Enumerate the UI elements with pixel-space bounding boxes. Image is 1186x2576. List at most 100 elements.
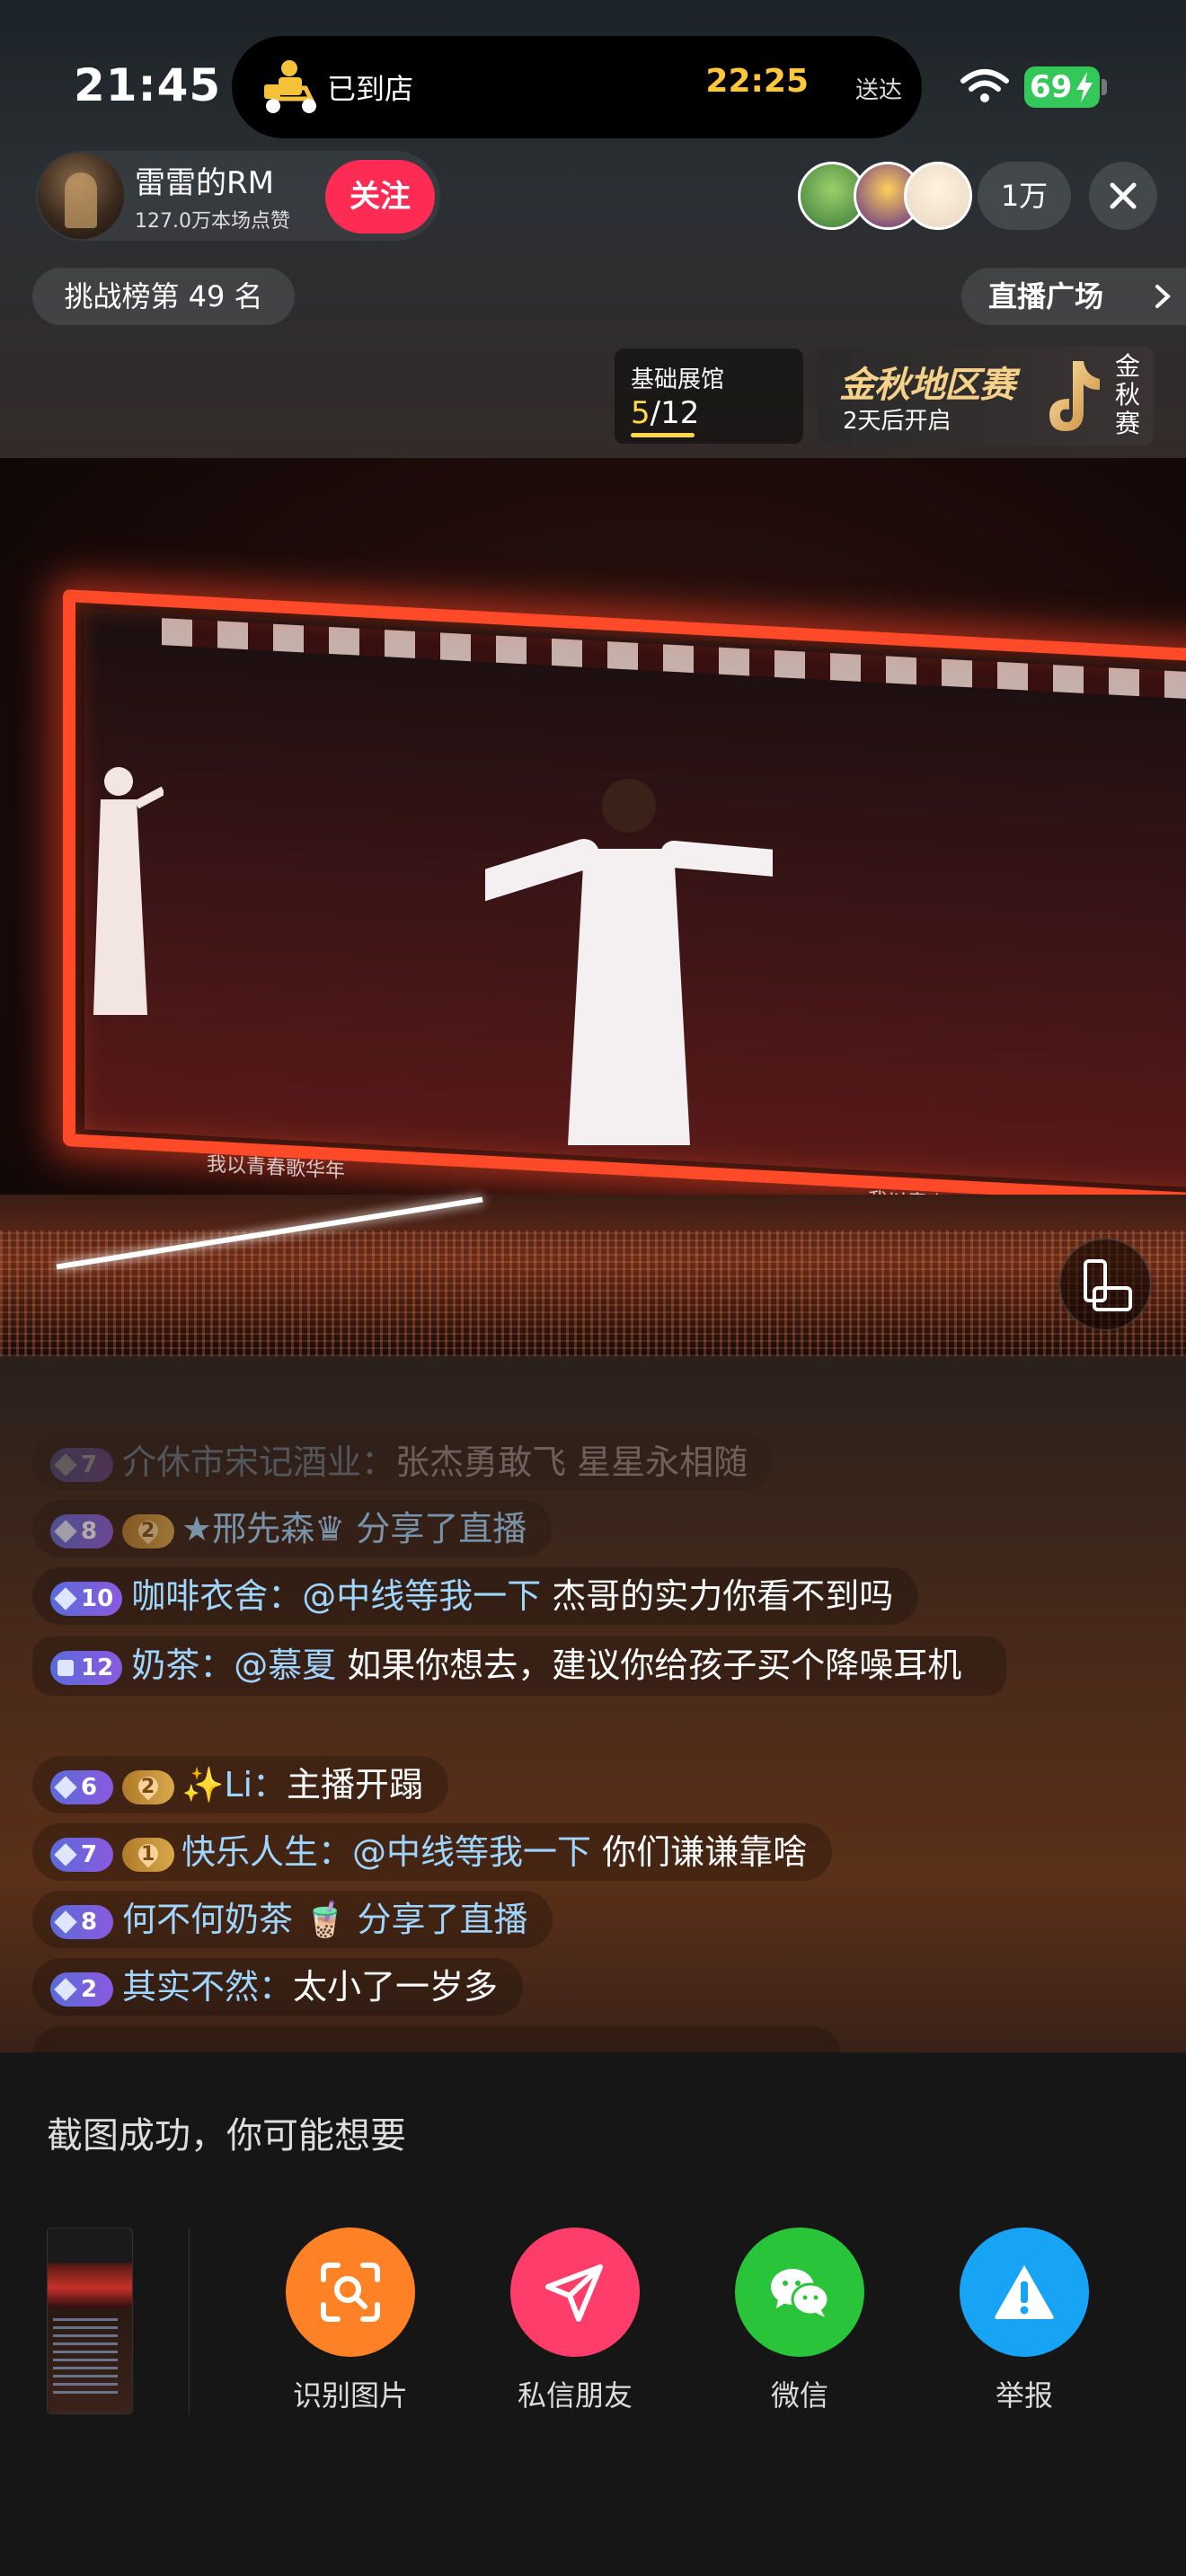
delivery-eta-suffix: 送达 [854,77,902,104]
match-title: 金秋地区赛 [839,365,1015,406]
delivery-eta: 22:25 [705,63,809,100]
host-likes: 127.0万本场点赞 [135,210,290,233]
chat-mention[interactable]: @中线等我一下 [352,1832,591,1872]
follow-button[interactable]: 关注 [325,160,435,234]
chat-username[interactable]: 奶茶： [131,1645,234,1685]
host-name[interactable]: 雷雷的RM [135,158,274,202]
close-icon [1110,182,1137,209]
report-circle[interactable] [960,2228,1089,2357]
dynamic-island-delivery[interactable]: 已到店 22:25 送达 [232,36,922,138]
chat-message[interactable]: 8 2 ★邢先森♛ 分享了直播 [32,1500,553,1557]
chat-username[interactable]: ✨Li： [181,1765,287,1804]
hall-total: /12 [650,395,700,431]
rotate-screen-icon [1084,1259,1132,1311]
basic-hall-card[interactable]: 基础展馆 5/12 [615,348,803,444]
image-scan-icon [321,2263,380,2322]
chat-text: 你们谦谦靠啥 [591,1832,808,1872]
status-time: 21:45 [74,59,222,111]
chat-text: 如果你想去，建议你给孩子买个降噪耳机 [336,1645,962,1685]
battery-indicator: 69 [1024,66,1100,108]
warning-icon [995,2265,1054,2319]
performer-figure [485,779,773,1145]
live-square-button[interactable]: 直播广场 [961,268,1186,325]
battery-level: 69 [1030,69,1073,105]
delivery-status: 已到店 [327,72,414,106]
host-avatar[interactable] [38,153,124,239]
user-level-badge: 2 [50,1972,113,2007]
action-label: 微信 [770,2378,828,2413]
charging-bolt-icon [1076,72,1093,102]
user-level-badge: 10 [50,1581,123,1616]
autumn-match-card[interactable]: 金秋地区赛 2天后开启 金 秋 赛 [818,347,1154,446]
chat-text: 主播开蹋 [287,1765,424,1804]
wifi-icon [960,69,1009,102]
hall-progress-text: 5/12 [631,395,699,431]
stage-caption: 我以青春歌华年 [207,1152,346,1184]
chat-text: 杰哥的实力你看不到吗 [541,1576,894,1616]
chat-username[interactable]: 咖啡衣舍： [131,1576,302,1616]
live-header: 21:45 已到店 22:25 送达 69 雷雷的RM 127.0万本场点赞 关… [0,0,1186,458]
chat-username[interactable]: 快乐人生： [181,1832,352,1872]
douyin-note-logo-icon [1049,361,1100,431]
chat-message[interactable]: 10 咖啡衣舍：@中线等我一下 杰哥的实力你看不到吗 [32,1567,919,1625]
chat-message-partial[interactable] [32,2026,841,2052]
match-vertical-char: 金 [1114,351,1140,381]
user-level-badge: 8 [50,1513,113,1548]
screenshot-thumbnail[interactable] [47,2228,133,2414]
match-subtitle: 2天后开启 [843,408,951,435]
viewer-count[interactable]: 1万 [978,162,1071,230]
wechat-share-circle[interactable] [735,2228,864,2357]
recognize-image-circle[interactable] [286,2228,415,2357]
hall-progress-bar [631,433,695,437]
chat-username[interactable]: ★邢先森♛ 分享了直播 [181,1509,527,1548]
chat-message[interactable]: 12 奶茶：@慕夏 如果你想去，建议你给孩子买个降噪耳机 [32,1636,1006,1696]
hall-label: 基础展馆 [631,366,725,393]
challenge-rank-badge[interactable]: 挑战榜第 49 名 [32,268,295,325]
chat-message[interactable]: 7 介休市宋记酒业：张杰勇敢飞 星星永相随 [32,1434,774,1491]
chat-text: 太小了一岁多 [293,1967,499,2007]
user-level-badge: 12 [50,1650,123,1685]
action-label: 私信朋友 [517,2378,633,2413]
chat-feed[interactable]: 7 介休市宋记酒业：张杰勇敢飞 星星永相随 8 2 ★邢先森♛ 分享了直播 10 咖啡衣… [0,1356,1186,2052]
wechat-icon [771,2269,830,2317]
chevron-right-icon [1155,285,1171,308]
action-label: 举报 [995,2378,1053,2413]
message-friend-circle[interactable] [510,2228,640,2357]
chat-text: 张杰勇敢飞 星星永相随 [395,1442,748,1482]
chat-mention[interactable]: @中线等我一下 [302,1576,541,1616]
fan-club-badge: 2 [122,1513,174,1548]
chat-username[interactable]: 其实不然： [122,1967,293,2007]
live-video-stream[interactable]: 我以青春歌华年 我以青春歌华年 [0,458,1186,1356]
live-square-label: 直播广场 [988,279,1104,313]
fan-club-badge: 2 [122,1769,174,1804]
user-level-badge: 8 [50,1904,113,1939]
chat-message[interactable]: 2 其实不然：太小了一岁多 [32,1958,524,2016]
chat-username[interactable]: 介休市宋记酒业： [122,1442,395,1482]
top-viewer-avatar[interactable] [904,162,972,230]
close-button[interactable] [1089,162,1157,230]
message-friend-button[interactable]: 私信朋友 [473,2228,652,2461]
chat-username[interactable]: 何不何奶茶 🧋 分享了直播 [122,1900,527,1939]
user-level-badge: 6 [50,1769,113,1804]
wechat-share-button[interactable]: 微信 [697,2228,877,2461]
recognize-image-button[interactable]: 识别图片 [248,2228,428,2461]
chat-message[interactable]: 6 2 ✨Li：主播开蹋 [32,1756,449,1813]
match-vertical-label: 金 秋 赛 [1114,352,1141,438]
chat-mention[interactable]: @慕夏 [234,1645,336,1685]
rotate-screen-button[interactable] [1058,1238,1152,1331]
sheet-title: 截图成功，你可能想要 [47,2115,406,2157]
report-button[interactable]: 举报 [922,2228,1102,2461]
match-vertical-char: 秋 [1114,380,1140,410]
chat-message[interactable]: 8 何不何奶茶 🧋 分享了直播 [32,1891,553,1948]
performer-side-figure [93,767,164,1015]
chat-message[interactable]: 7 1 快乐人生：@中线等我一下 你们谦谦靠啥 [32,1823,833,1881]
paper-plane-icon [545,2264,603,2322]
battery-tip [1102,79,1107,95]
user-level-badge: 7 [50,1447,113,1482]
sheet-divider [189,2228,190,2414]
screenshot-share-sheet: 截图成功，你可能想要 识别图片 私信朋友 微信 举报 [0,2052,1186,2576]
match-vertical-char: 赛 [1114,409,1140,438]
delivery-scooter-icon [264,60,316,113]
action-label: 识别图片 [292,2378,408,2413]
fan-club-badge: 1 [122,1837,174,1872]
